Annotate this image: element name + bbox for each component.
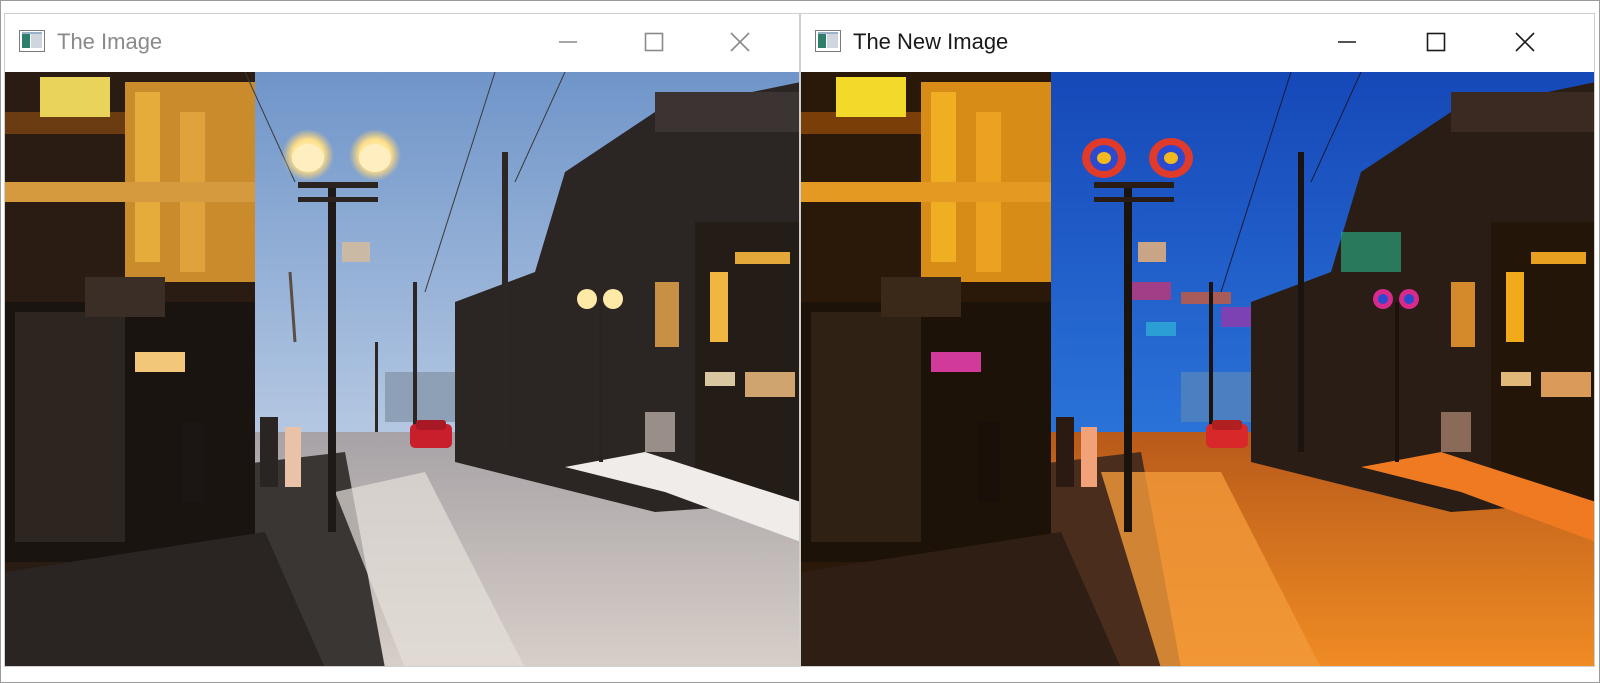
titlebar[interactable]: The Image	[5, 14, 799, 72]
street-photo-original	[5, 72, 799, 666]
window-processed: The New Image	[800, 13, 1595, 667]
window-title: The New Image	[853, 29, 1009, 54]
minimize-button[interactable]	[543, 22, 593, 62]
window-original: The Image	[4, 13, 800, 667]
minimize-icon	[559, 41, 577, 43]
screenshot-frame: The Image The New Image	[0, 0, 1600, 683]
app-icon	[815, 30, 841, 52]
minimize-button[interactable]	[1322, 22, 1372, 62]
close-button[interactable]	[715, 22, 765, 62]
maximize-button[interactable]	[1411, 22, 1461, 62]
close-button[interactable]	[1500, 22, 1550, 62]
image-canvas	[5, 72, 799, 666]
maximize-button[interactable]	[629, 22, 679, 62]
maximize-icon	[1426, 32, 1446, 52]
minimize-icon	[1338, 41, 1356, 43]
street-photo-processed	[801, 72, 1594, 666]
maximize-icon	[644, 32, 664, 52]
app-icon	[19, 30, 45, 52]
window-title: The Image	[57, 29, 163, 54]
titlebar[interactable]: The New Image	[801, 14, 1594, 72]
close-icon	[730, 32, 750, 52]
close-icon	[1515, 32, 1535, 52]
image-canvas	[801, 72, 1594, 666]
